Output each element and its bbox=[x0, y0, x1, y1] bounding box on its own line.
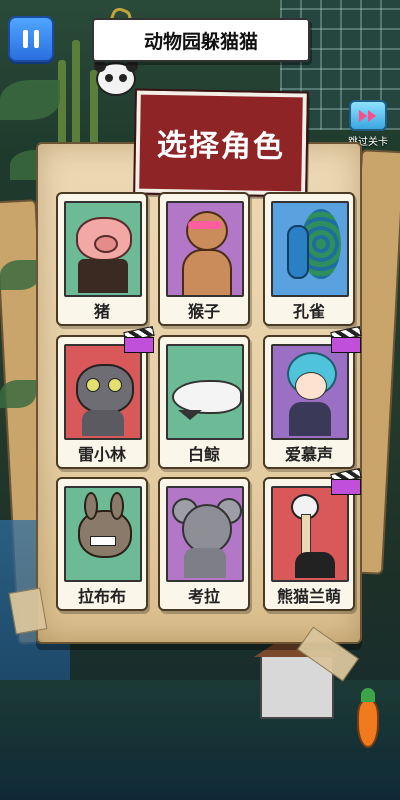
character-card[interactable]: 猪 bbox=[56, 192, 148, 326]
ground-decoration bbox=[0, 680, 400, 800]
leaf-decoration bbox=[0, 260, 40, 290]
video-clapper-icon bbox=[330, 325, 362, 353]
panda-icon bbox=[94, 60, 138, 96]
character-name: 爱慕声 bbox=[284, 445, 333, 464]
skip-level-icon bbox=[349, 100, 387, 131]
character-name: 白鲸 bbox=[187, 445, 220, 464]
character-portrait bbox=[166, 201, 244, 297]
character-portrait bbox=[64, 486, 142, 582]
character-portrait bbox=[271, 344, 349, 440]
video-clapper-icon bbox=[123, 325, 155, 353]
leaf-decoration bbox=[0, 380, 36, 408]
pause-icon bbox=[34, 30, 39, 48]
character-name: 孔雀 bbox=[292, 302, 325, 321]
pause-button[interactable] bbox=[8, 16, 54, 62]
character-card[interactable]: 爱慕声 bbox=[263, 325, 362, 469]
character-card[interactable]: 熊猫兰萌 bbox=[263, 467, 362, 611]
video-clapper-icon bbox=[330, 467, 362, 495]
character-portrait bbox=[64, 201, 142, 297]
character-card[interactable]: 孔雀 bbox=[263, 192, 355, 326]
character-name: 雷小林 bbox=[77, 445, 126, 464]
pause-icon bbox=[23, 30, 28, 48]
character-name: 猴子 bbox=[187, 302, 220, 321]
character-card[interactable]: 考拉 bbox=[158, 477, 250, 611]
character-card[interactable]: 拉布布 bbox=[56, 477, 148, 611]
character-name: 熊猫兰萌 bbox=[276, 587, 341, 606]
skip-level-button[interactable]: 跳过关卡 bbox=[342, 100, 394, 148]
character-name: 考拉 bbox=[187, 587, 220, 606]
character-card[interactable]: 猴子 bbox=[158, 192, 250, 326]
character-portrait bbox=[271, 486, 349, 582]
character-name: 猪 bbox=[93, 302, 110, 321]
character-portrait bbox=[271, 201, 349, 297]
character-portrait bbox=[166, 486, 244, 582]
level-title: 动物园躲猫猫 bbox=[92, 18, 310, 62]
character-portrait bbox=[64, 344, 142, 440]
leaf-decoration bbox=[0, 80, 60, 120]
character-card[interactable]: 白鲸 bbox=[158, 335, 250, 469]
panel-title: 选择角色 bbox=[133, 88, 309, 198]
character-portrait bbox=[166, 344, 244, 440]
carrot-icon bbox=[357, 688, 379, 748]
character-name: 拉布布 bbox=[77, 587, 126, 606]
character-card[interactable]: 雷小林 bbox=[56, 325, 155, 469]
